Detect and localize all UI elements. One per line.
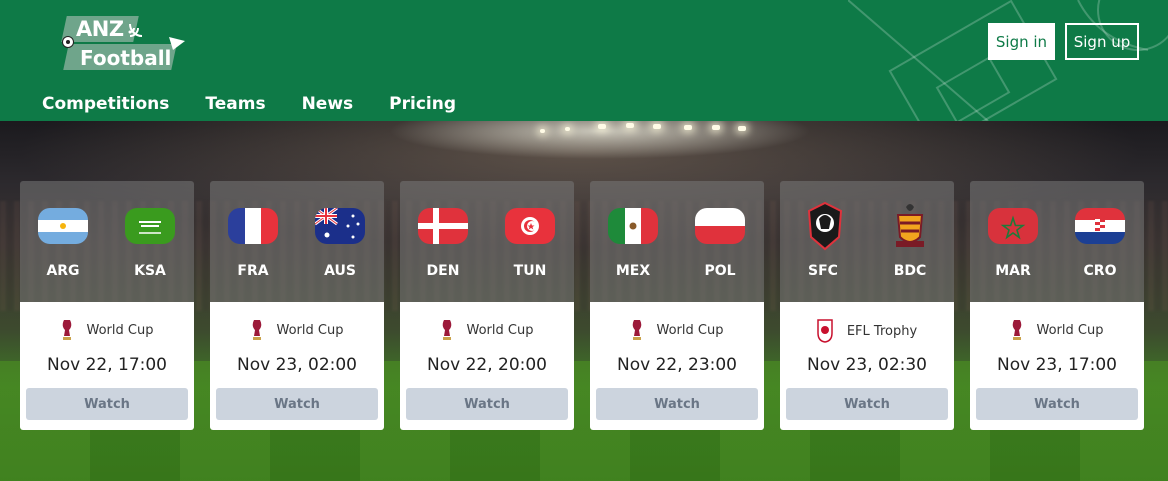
corner-flag-icon xyxy=(169,37,185,50)
logo-text-anz: ANZ xyxy=(76,17,124,41)
match-details: World Cup Nov 22, 23:00 Watch xyxy=(590,302,764,430)
nav-teams[interactable]: Teams xyxy=(205,94,265,114)
competition: EFL Trophy xyxy=(780,319,954,343)
world-cup-trophy-icon xyxy=(632,320,641,340)
match-card[interactable]: ARG KSA World Cup Nov 22, 17:00 Watch xyxy=(20,181,194,430)
world-cup-trophy-icon xyxy=(1012,320,1021,340)
watch-button[interactable]: Watch xyxy=(976,388,1138,420)
away-team-code: KSA xyxy=(134,263,166,279)
match-details: World Cup Nov 22, 17:00 Watch xyxy=(20,302,194,430)
competition-name: World Cup xyxy=(656,322,724,338)
away-team-code: BDC xyxy=(893,263,927,279)
floodlight xyxy=(712,125,720,130)
denmark-flag-icon xyxy=(418,208,468,244)
nav-competitions[interactable]: Competitions xyxy=(42,94,169,114)
nav-pricing[interactable]: Pricing xyxy=(389,94,456,114)
croatia-flag-icon xyxy=(1075,208,1125,244)
home-team-code: SFC xyxy=(808,263,838,279)
competition: World Cup xyxy=(590,319,764,341)
away-team-code: TUN xyxy=(513,263,547,279)
logo-text-football: Football xyxy=(80,46,172,70)
competition: World Cup xyxy=(20,319,194,341)
match-teams: MAR CRO xyxy=(970,181,1144,302)
match-date: Nov 23, 02:00 xyxy=(236,355,357,375)
sign-up-button[interactable]: Sign up xyxy=(1065,23,1139,60)
match-teams: ARG KSA xyxy=(20,181,194,302)
match-card[interactable]: FRA AUS World Cup Nov 23, 02:00 Watch xyxy=(210,181,384,430)
main-nav: Competitions Teams News Pricing xyxy=(42,94,492,114)
world-cup-trophy-icon xyxy=(252,320,261,340)
match-date: Nov 23, 17:00 xyxy=(996,355,1117,375)
match-date: Nov 23, 02:30 xyxy=(806,355,927,375)
watch-button[interactable]: Watch xyxy=(26,388,188,420)
away-team-code: AUS xyxy=(324,263,356,279)
match-date: Nov 22, 20:00 xyxy=(426,355,547,375)
efl-trophy-icon xyxy=(817,319,833,343)
floodlight xyxy=(653,124,661,129)
match-date: Nov 22, 23:00 xyxy=(616,355,737,375)
competition-name: World Cup xyxy=(86,322,154,338)
world-cup-trophy-icon xyxy=(442,320,451,340)
floodlight xyxy=(738,126,746,131)
sign-in-button[interactable]: Sign in xyxy=(988,23,1055,60)
home-team-code: MAR xyxy=(995,263,1031,279)
home-team-code: MEX xyxy=(615,263,651,279)
australia-flag-icon xyxy=(315,208,365,244)
saudi-arabia-flag-icon xyxy=(125,208,175,244)
floodlight xyxy=(626,123,634,128)
floodlight xyxy=(684,125,692,130)
competition: World Cup xyxy=(970,319,1144,341)
argentina-flag-icon xyxy=(38,208,88,244)
football-icon xyxy=(62,36,74,48)
competition: World Cup xyxy=(210,319,384,341)
away-team-code: POL xyxy=(704,263,736,279)
match-card[interactable]: SFC BDC EFL Trophy Nov 23, 02:30 Watch xyxy=(780,181,954,430)
home-team-code: ARG xyxy=(46,263,80,279)
world-cup-trophy-icon xyxy=(62,320,71,340)
site-logo[interactable]: ANZ Football xyxy=(58,14,188,74)
competition: World Cup xyxy=(400,319,574,341)
home-team-code: FRA xyxy=(237,263,269,279)
watch-button[interactable]: Watch xyxy=(596,388,758,420)
away-team-code: CRO xyxy=(1083,263,1117,279)
site-header: ANZ Football Competitions Teams News Pri… xyxy=(0,0,1168,121)
match-details: World Cup Nov 23, 02:00 Watch xyxy=(210,302,384,430)
signal-waves-icon xyxy=(128,23,143,37)
match-teams: SFC BDC xyxy=(780,181,954,302)
tunisia-flag-icon xyxy=(505,208,555,244)
match-details: EFL Trophy Nov 23, 02:30 Watch xyxy=(780,302,954,430)
floodlight xyxy=(598,124,606,129)
match-details: World Cup Nov 22, 20:00 Watch xyxy=(400,302,574,430)
floodlight xyxy=(565,127,570,131)
match-teams: DEN TUN xyxy=(400,181,574,302)
bradford-city-crest-icon xyxy=(896,204,924,247)
nav-news[interactable]: News xyxy=(302,94,354,114)
home-team-code: DEN xyxy=(426,263,460,279)
match-card[interactable]: MEX POL World Cup Nov 22, 23:00 Watch xyxy=(590,181,764,430)
competition-name: World Cup xyxy=(276,322,344,338)
poland-flag-icon xyxy=(695,208,745,244)
pitch-lines-decoration xyxy=(848,0,1168,121)
match-date: Nov 22, 17:00 xyxy=(46,355,167,375)
morocco-flag-icon xyxy=(988,208,1038,244)
mexico-flag-icon xyxy=(608,208,658,244)
match-teams: FRA AUS xyxy=(210,181,384,302)
match-card[interactable]: DEN TUN World Cup Nov 22, 20:00 Watch xyxy=(400,181,574,430)
watch-button[interactable]: Watch xyxy=(786,388,948,420)
salford-city-crest-icon xyxy=(807,201,843,251)
competition-name: EFL Trophy xyxy=(846,323,918,339)
match-teams: MEX POL xyxy=(590,181,764,302)
competition-name: World Cup xyxy=(1036,322,1104,338)
match-card[interactable]: MAR CRO World Cup Nov 23, 17:00 Watch xyxy=(970,181,1144,430)
watch-button[interactable]: Watch xyxy=(216,388,378,420)
match-details: World Cup Nov 23, 17:00 Watch xyxy=(970,302,1144,430)
france-flag-icon xyxy=(228,208,278,244)
watch-button[interactable]: Watch xyxy=(406,388,568,420)
floodlight xyxy=(540,129,545,133)
competition-name: World Cup xyxy=(466,322,534,338)
